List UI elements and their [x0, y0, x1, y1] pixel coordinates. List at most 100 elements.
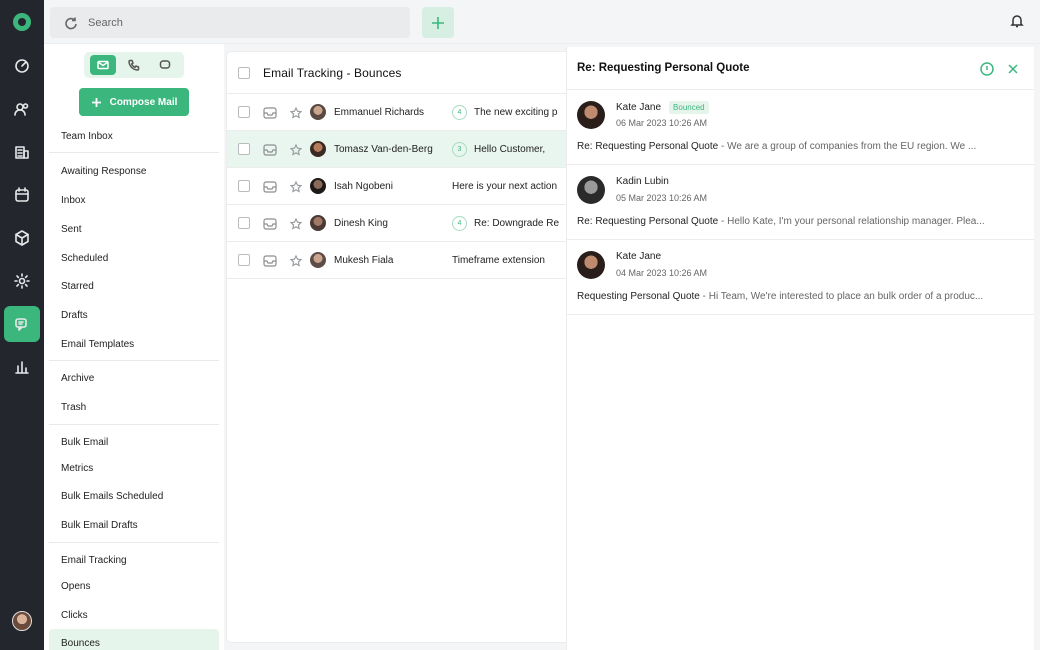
star-icon[interactable]	[289, 143, 303, 156]
sidebar-item-starred[interactable]: Starred	[49, 272, 219, 300]
chat-channel-tab[interactable]	[152, 55, 178, 75]
email-row[interactable]: Mukesh Fiala Timeframe extension	[227, 242, 567, 279]
search-input[interactable]	[88, 16, 368, 29]
chat-icon	[160, 60, 171, 69]
search-box[interactable]	[50, 7, 410, 38]
products-nav-icon[interactable]	[4, 220, 40, 256]
email-row[interactable]: Isah Ngobeni Here is your next action	[227, 168, 567, 205]
search-icon	[65, 17, 77, 29]
info-button[interactable]	[980, 62, 994, 76]
thread-message[interactable]: Kate Jane Bounced 06 Mar 2023 10:26 AM R…	[567, 90, 1034, 165]
settings-gear-icon[interactable]	[4, 263, 40, 299]
message-summary: Re: Requesting Personal Quote - Hello Ka…	[577, 216, 1019, 227]
message-date: 04 Mar 2023 10:26 AM	[616, 268, 708, 278]
message-subject: Requesting Personal Quote	[577, 291, 700, 302]
sidebar-item-bulk-email-drafts[interactable]: Bulk Email Drafts	[49, 511, 219, 539]
phone-channel-tab[interactable]	[121, 55, 147, 75]
sidebar-item-label: Email Templates	[61, 338, 135, 350]
avatar	[577, 176, 605, 204]
sidebar-divider	[49, 152, 219, 153]
row-checkbox[interactable]	[238, 143, 250, 155]
reports-chart-icon[interactable]	[4, 349, 40, 385]
companies-nav-icon[interactable]	[4, 134, 40, 170]
sidebar-item-label: Awaiting Response	[61, 165, 147, 177]
sidebar-item-metrics[interactable]: Metrics	[49, 454, 219, 482]
user-avatar[interactable]	[12, 611, 32, 631]
sidebar-item-label: Trash	[61, 401, 87, 413]
sidebar-item-label: Email Tracking	[61, 554, 127, 566]
row-checkbox[interactable]	[238, 106, 250, 118]
messages-nav-icon[interactable]	[4, 306, 40, 342]
email-row[interactable]: Emmanuel Richards 4 The new exciting p	[227, 94, 567, 131]
contacts-nav-icon[interactable]	[4, 91, 40, 127]
sidebar-item-archive[interactable]: Archive	[49, 364, 219, 392]
message-sender-name: Kate Jane	[616, 102, 662, 113]
row-checkbox[interactable]	[238, 180, 250, 192]
email-type-icon	[263, 106, 277, 119]
row-subject: Here is your next action	[452, 180, 558, 192]
status-badge: Bounced	[669, 101, 709, 114]
select-all-checkbox[interactable]	[238, 66, 250, 79]
thread-message[interactable]: Kate Jane 04 Mar 2023 10:26 AM Requestin…	[567, 240, 1034, 315]
star-icon[interactable]	[289, 180, 303, 193]
email-row[interactable]: Dinesh King 4 Re: Downgrade Re	[227, 205, 567, 242]
email-row[interactable]: Tomasz Van-den-Berg 3 Hello Customer,	[227, 131, 567, 168]
message-summary: Requesting Personal Quote - Hi Team, We'…	[577, 291, 1019, 302]
sidebar-item-scheduled[interactable]: Scheduled	[49, 244, 219, 272]
email-list-panel: Email Tracking - Bounces Emmanuel Richar…	[226, 51, 568, 643]
message-sender: Kadin Lubin	[616, 176, 669, 187]
sidebar-divider	[49, 424, 219, 425]
avatar	[310, 104, 326, 120]
avatar	[577, 251, 605, 279]
sidebar-item-bulk-email[interactable]: Bulk Email	[49, 428, 219, 456]
sidebar-item-bulk-emails-scheduled[interactable]: Bulk Emails Scheduled	[49, 482, 219, 510]
sidebar-item-label: Clicks	[61, 609, 88, 621]
sidebar-item-bounces[interactable]: Bounces	[49, 629, 219, 650]
row-sender: Tomasz Van-den-Berg	[334, 143, 433, 155]
star-icon[interactable]	[289, 106, 303, 119]
message-subject: Re: Requesting Personal Quote	[577, 216, 719, 227]
sidebar-item-inbox[interactable]: Inbox	[49, 186, 219, 214]
star-icon[interactable]	[289, 217, 303, 230]
message-date: 05 Mar 2023 10:26 AM	[616, 193, 708, 203]
close-icon	[1008, 64, 1018, 74]
thread-count-badge: 3	[452, 141, 467, 157]
row-checkbox[interactable]	[238, 254, 250, 266]
dashboard-nav-icon[interactable]	[4, 48, 40, 84]
sidebar-item-email-templates[interactable]: Email Templates	[49, 330, 219, 358]
notifications-button[interactable]	[1010, 14, 1026, 30]
mail-icon	[96, 60, 109, 70]
row-sender: Emmanuel Richards	[334, 106, 425, 118]
sidebar-item-team-inbox[interactable]: Team Inbox	[49, 122, 219, 150]
sidebar-item-clicks[interactable]: Clicks	[49, 601, 219, 629]
row-checkbox[interactable]	[238, 217, 250, 229]
message-separator: -	[699, 291, 709, 302]
thread-count-badge: 4	[452, 104, 467, 120]
email-type-icon	[263, 254, 277, 267]
avatar	[310, 252, 326, 268]
sidebar-item-label: Team Inbox	[61, 130, 113, 142]
sidebar-item-email-tracking[interactable]: Email Tracking	[49, 546, 219, 574]
star-icon[interactable]	[289, 254, 303, 267]
avatar	[310, 178, 326, 194]
message-sender-name: Kadin Lubin	[616, 176, 669, 187]
row-subject: The new exciting p	[474, 106, 558, 118]
message-preview: Hello Kate, I'm your personal relationsh…	[727, 216, 985, 227]
close-button[interactable]	[1006, 62, 1020, 76]
quick-add-button[interactable]	[422, 7, 454, 38]
sidebar-item-awaiting-response[interactable]: Awaiting Response	[49, 157, 219, 185]
sidebar-item-trash[interactable]: Trash	[49, 393, 219, 421]
sidebar-item-sent[interactable]: Sent	[49, 215, 219, 243]
thread-message[interactable]: Kadin Lubin 05 Mar 2023 10:26 AM Re: Req…	[567, 165, 1034, 240]
sidebar-item-drafts[interactable]: Drafts	[49, 301, 219, 329]
calendar-nav-icon[interactable]	[4, 177, 40, 213]
sidebar-item-opens[interactable]: Opens	[49, 572, 219, 600]
app-logo[interactable]	[13, 13, 31, 31]
compose-mail-button[interactable]: Compose Mail	[79, 88, 189, 116]
sidebar-item-label: Bulk Emails Scheduled	[61, 490, 164, 502]
sidebar-item-label: Bulk Email	[61, 436, 109, 448]
sidebar-item-label: Opens	[61, 580, 91, 592]
email-channel-tab[interactable]	[89, 55, 116, 75]
plus-icon	[91, 97, 101, 107]
email-type-icon	[263, 217, 277, 230]
